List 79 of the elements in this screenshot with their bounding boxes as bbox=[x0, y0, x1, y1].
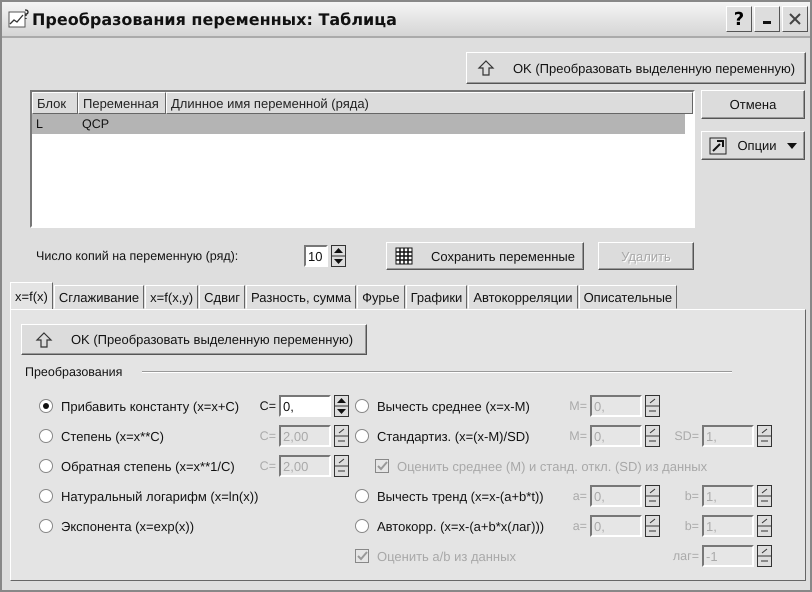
spin-buttons[interactable] bbox=[334, 425, 349, 447]
radio-button[interactable]: Автокорр. (x=x-(a+b*x(лаг))) bbox=[355, 518, 544, 534]
column-header[interactable]: Блок bbox=[32, 92, 78, 114]
caret-icon bbox=[786, 142, 797, 148]
radio-icon[interactable] bbox=[355, 489, 369, 503]
check-icon bbox=[356, 550, 368, 562]
radio-icon[interactable] bbox=[355, 519, 369, 533]
tab[interactable]: Фурье bbox=[357, 285, 405, 309]
group-title: Преобразования bbox=[24, 365, 122, 379]
arrow-box-icon bbox=[709, 136, 728, 154]
table-cell-text: L bbox=[35, 117, 44, 131]
radio-icon[interactable] bbox=[355, 399, 369, 413]
radio-icon[interactable] bbox=[355, 429, 369, 443]
field-label: b= bbox=[684, 519, 699, 533]
field-label: b= bbox=[684, 489, 699, 503]
radio-button[interactable]: Стандартиз. (x=(x-M)/SD) bbox=[355, 428, 530, 444]
save-button[interactable]: Сохранить переменные bbox=[386, 242, 584, 270]
spin-buttons[interactable] bbox=[757, 425, 772, 447]
radio-button[interactable]: Обратная степень (x=x**1/C) bbox=[39, 458, 235, 474]
spin-buttons[interactable] bbox=[645, 395, 660, 417]
check-icon bbox=[376, 460, 388, 472]
list-row[interactable]: L QCP bbox=[32, 114, 685, 134]
field-label: C= bbox=[260, 399, 276, 413]
tab[interactable]: Графики bbox=[406, 285, 468, 309]
field-label: M= bbox=[569, 429, 587, 443]
spin-buttons[interactable] bbox=[757, 485, 772, 507]
tab[interactable]: Сдвиг bbox=[199, 285, 246, 309]
tab[interactable]: x=f(x) bbox=[10, 282, 53, 309]
tab[interactable]: Автокорреляции bbox=[468, 285, 578, 309]
number-field[interactable]: 10 bbox=[304, 245, 328, 267]
radio-button[interactable]: Прибавить константу (x=x+C) bbox=[39, 398, 240, 414]
spin-buttons[interactable] bbox=[757, 515, 772, 537]
table-cell-text: QCP bbox=[81, 117, 110, 131]
grid-icon bbox=[394, 247, 413, 265]
tab[interactable]: Описательные bbox=[578, 285, 678, 309]
help-button[interactable]: ? bbox=[726, 6, 752, 32]
radio-button[interactable]: Вычесть среднее (x=x-M) bbox=[355, 398, 530, 414]
tab[interactable]: Сглаживание bbox=[54, 285, 144, 309]
radio-button[interactable]: Вычесть тренд (x=x-(a+b*t)) bbox=[355, 488, 544, 504]
column-header[interactable]: Переменная bbox=[78, 92, 166, 114]
field-label: a= bbox=[572, 489, 587, 503]
copies-label: Число копий на переменную (ряд): bbox=[36, 249, 240, 263]
arrow-up-icon bbox=[476, 59, 495, 77]
spin-buttons[interactable] bbox=[645, 425, 660, 447]
spin-buttons[interactable] bbox=[331, 245, 346, 267]
tab[interactable]: Разность, сумма bbox=[246, 285, 356, 309]
radio-button[interactable]: Степень (x=x**C) bbox=[39, 428, 164, 444]
ok-button[interactable]: OK (Преобразовать выделенную переменную) bbox=[466, 52, 806, 84]
field-label: лаг= bbox=[672, 549, 699, 563]
spin-buttons[interactable] bbox=[757, 545, 772, 567]
ok-button[interactable]: OK (Преобразовать выделенную переменную) bbox=[21, 324, 367, 355]
column-header[interactable]: Длинное имя переменной (ряда) bbox=[166, 92, 693, 114]
field-label: C= bbox=[260, 459, 276, 473]
field-label: SD= bbox=[674, 429, 699, 443]
radio-button[interactable]: Натуральный логарифм (x=ln(x)) bbox=[39, 488, 258, 504]
number-field[interactable]: 0, bbox=[279, 395, 331, 417]
radio-button[interactable]: Экспонента (x=exp(x)) bbox=[39, 518, 194, 534]
spin-buttons[interactable] bbox=[645, 485, 660, 507]
radio-icon[interactable] bbox=[39, 489, 53, 503]
arrow-up-icon bbox=[34, 330, 53, 348]
options-button[interactable]: Опции bbox=[701, 131, 805, 160]
radio-icon[interactable] bbox=[39, 399, 53, 413]
radio-icon[interactable] bbox=[39, 459, 53, 473]
minimize-icon bbox=[763, 21, 771, 24]
tab[interactable]: x=f(x,y) bbox=[145, 285, 198, 309]
window-title: Преобразования переменных: Таблица bbox=[32, 10, 398, 28]
field-label: a= bbox=[572, 519, 587, 533]
spin-buttons[interactable] bbox=[645, 515, 660, 537]
spin-buttons[interactable] bbox=[334, 455, 349, 477]
radio-icon[interactable] bbox=[39, 519, 53, 533]
field-label: C= bbox=[260, 429, 276, 443]
close-icon bbox=[788, 12, 802, 26]
radio-icon[interactable] bbox=[39, 429, 53, 443]
minimize-button[interactable] bbox=[754, 6, 780, 32]
spin-buttons[interactable] bbox=[334, 395, 349, 417]
close-button[interactable] bbox=[782, 6, 808, 32]
cancel-button[interactable]: Отмена bbox=[701, 90, 805, 119]
chart-icon bbox=[8, 9, 30, 29]
field-label: M= bbox=[569, 399, 587, 413]
